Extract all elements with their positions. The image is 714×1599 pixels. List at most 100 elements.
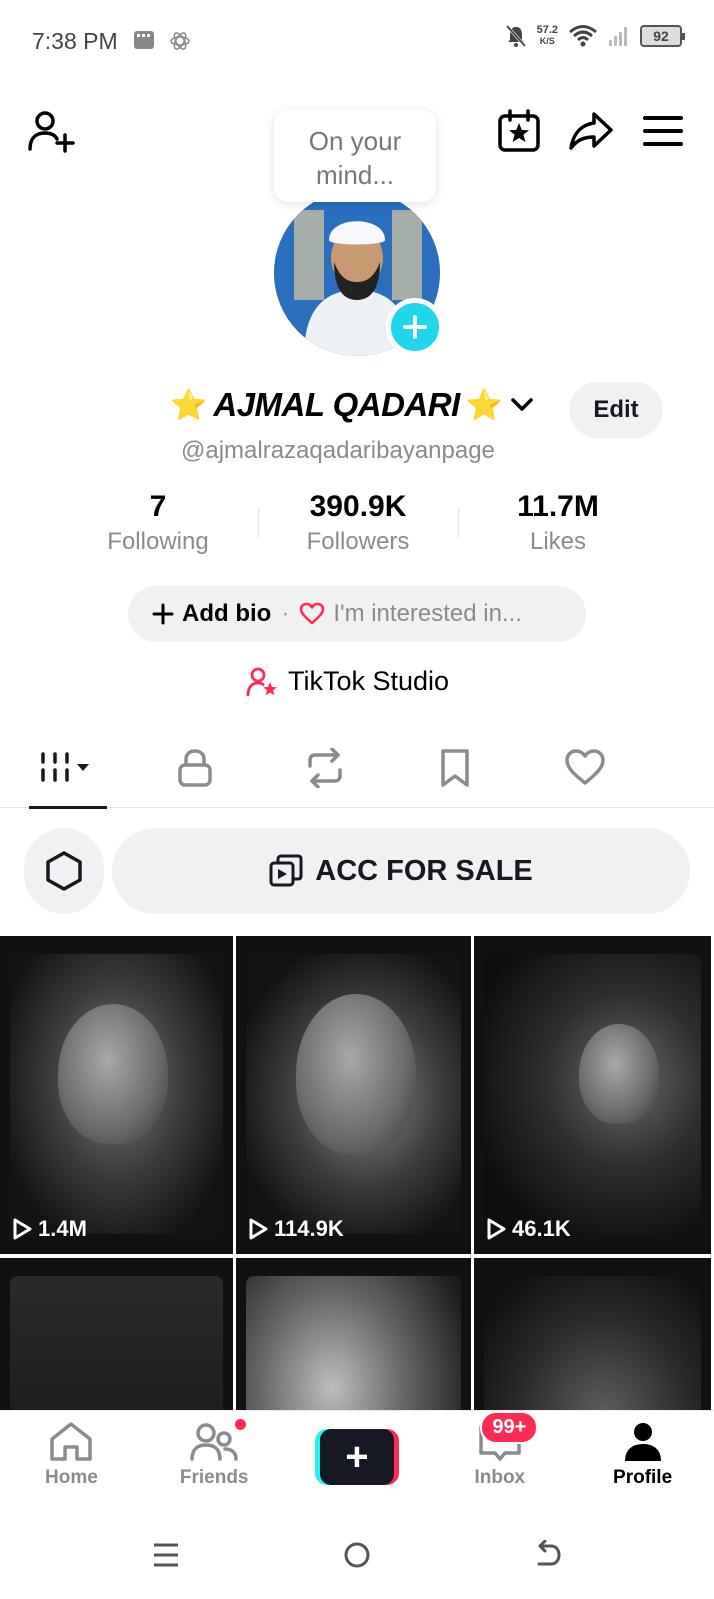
stat-likes[interactable]: 11.7M Likes <box>458 490 658 556</box>
studio-label: TikTok Studio <box>288 666 450 696</box>
lock-icon <box>178 749 212 787</box>
bubble-text-line1: On your <box>308 126 402 156</box>
on-your-mind-bubble[interactable]: On your mind... <box>274 110 436 202</box>
inbox-badge: 99+ <box>480 1411 539 1444</box>
thumbnail-image <box>10 954 223 1234</box>
system-navigation-bar <box>0 1510 714 1599</box>
nav-home-label: Home <box>45 1467 98 1488</box>
display-name: AJMAL QADARI <box>213 386 460 423</box>
view-count: 1.4M <box>12 1216 87 1242</box>
nav-profile[interactable]: Profile <box>571 1411 714 1510</box>
nav-home[interactable]: Home <box>0 1411 143 1510</box>
content-tabs <box>0 728 714 809</box>
atom-notification-icon <box>170 32 190 50</box>
play-icon <box>487 1218 506 1240</box>
nav-inbox[interactable]: 99+ Inbox <box>428 1411 571 1510</box>
heart-icon <box>300 602 325 625</box>
create-button[interactable]: + <box>314 1429 399 1485</box>
thumbnail-image <box>246 954 461 1234</box>
tab-favorites[interactable] <box>390 728 520 808</box>
stat-value: 390.9K <box>309 490 407 523</box>
add-friend-button[interactable] <box>26 106 76 156</box>
back-icon[interactable] <box>533 1539 563 1570</box>
bottom-navigation: Home Friends + 99+ Inbox Profile <box>0 1410 714 1510</box>
tab-private[interactable] <box>130 728 260 808</box>
stat-label: Following <box>107 528 209 555</box>
video-thumbnail[interactable]: 1.4M <box>0 936 236 1254</box>
calendar-button[interactable] <box>494 106 544 156</box>
share-profile-button[interactable] <box>566 106 616 156</box>
gear-icon <box>46 851 82 891</box>
network-speed: 57.2 K/S <box>537 25 558 47</box>
repost-icon <box>308 748 342 788</box>
share-arrow-icon <box>569 112 613 150</box>
star-emoji-left: ⭐ <box>170 388 208 422</box>
nav-inbox-label: Inbox <box>474 1467 526 1488</box>
hamburger-menu-icon <box>643 116 683 146</box>
nav-create[interactable]: + <box>286 1411 429 1510</box>
view-count-value: 46.1K <box>512 1216 571 1241</box>
calendar-star-icon <box>498 109 540 152</box>
add-bio-label: Add bio <box>182 600 272 627</box>
display-name-row[interactable]: ⭐ AJMAL QADARI ⭐ <box>170 386 535 424</box>
bio-separator: · <box>281 600 290 627</box>
tab-reposts[interactable] <box>260 728 390 808</box>
view-count-value: 114.9K <box>274 1216 344 1241</box>
signal-icon <box>609 27 627 46</box>
stat-followers[interactable]: 390.9K Followers <box>258 490 458 556</box>
stat-value: 7 <box>149 490 167 523</box>
status-notification-icons <box>133 30 191 52</box>
profile-stats: 7 Following 390.9K Followers 11.7M Likes <box>58 490 658 556</box>
friends-notification-dot <box>232 1417 248 1432</box>
settings-filter-button[interactable] <box>24 828 104 914</box>
star-emoji-right: ⭐ <box>465 388 504 422</box>
tab-videos[interactable] <box>0 728 130 809</box>
network-speed-value: 57.2 <box>536 24 558 36</box>
home-circle-icon[interactable] <box>342 1540 372 1570</box>
video-thumbnail[interactable]: 114.9K <box>236 936 474 1254</box>
video-thumbnail[interactable]: 46.1K <box>474 936 714 1254</box>
menu-button[interactable] <box>638 106 688 156</box>
status-right-icons: 57.2 K/S 92 <box>505 24 685 48</box>
nav-profile-label: Profile <box>613 1467 673 1488</box>
recent-apps-icon[interactable] <box>151 1540 181 1570</box>
play-icon <box>13 1218 32 1240</box>
add-bio-button[interactable]: Add bio <box>152 600 271 628</box>
create-plus-icon: + <box>319 1429 394 1485</box>
thumbnail-figure <box>58 1004 168 1144</box>
avatar-add-button[interactable] <box>386 298 444 356</box>
edit-profile-button[interactable]: Edit <box>569 382 663 438</box>
view-count: 114.9K <box>248 1216 344 1242</box>
stat-label: Likes <box>529 528 587 555</box>
bubble-text-line2: mind... <box>315 160 395 190</box>
view-count-value: 1.4M <box>38 1216 87 1241</box>
sale-label: ACC FOR SALE <box>315 854 533 887</box>
status-time: 7:38 PM <box>32 28 118 54</box>
bio-pill: Add bio · I'm interested in... <box>128 586 586 642</box>
heart-outline-icon <box>565 749 605 785</box>
bookmark-icon <box>441 749 469 787</box>
tiktok-studio-link[interactable]: TikTok Studio <box>246 666 449 697</box>
username-handle: @ajmalrazaqadaribayanpage <box>181 437 495 464</box>
plus-icon <box>152 603 174 625</box>
profile-person-icon <box>624 1423 661 1461</box>
nav-friends[interactable]: Friends <box>143 1411 286 1510</box>
home-icon <box>50 1422 93 1461</box>
stat-following[interactable]: 7 Following <box>58 490 258 556</box>
interests-button[interactable]: I'm interested in... <box>299 600 522 628</box>
stat-label: Followers <box>306 528 410 555</box>
bell-muted-icon <box>505 24 526 48</box>
tab-liked[interactable] <box>520 728 650 808</box>
play-icon <box>249 1218 268 1240</box>
playlist-stack-icon <box>269 854 303 887</box>
gallery-notification-icon <box>134 31 154 49</box>
thumbnail-figure <box>579 1024 659 1124</box>
view-count: 46.1K <box>486 1216 571 1242</box>
friends-icon <box>190 1423 238 1461</box>
nav-friends-label: Friends <box>179 1467 249 1488</box>
thumbnail-image <box>484 954 701 1234</box>
wifi-icon <box>569 25 597 47</box>
plus-icon <box>403 315 427 339</box>
acc-for-sale-button[interactable]: ACC FOR SALE <box>112 828 690 914</box>
status-bar: 7:38 PM 57.2 K/S 92 <box>0 0 714 80</box>
